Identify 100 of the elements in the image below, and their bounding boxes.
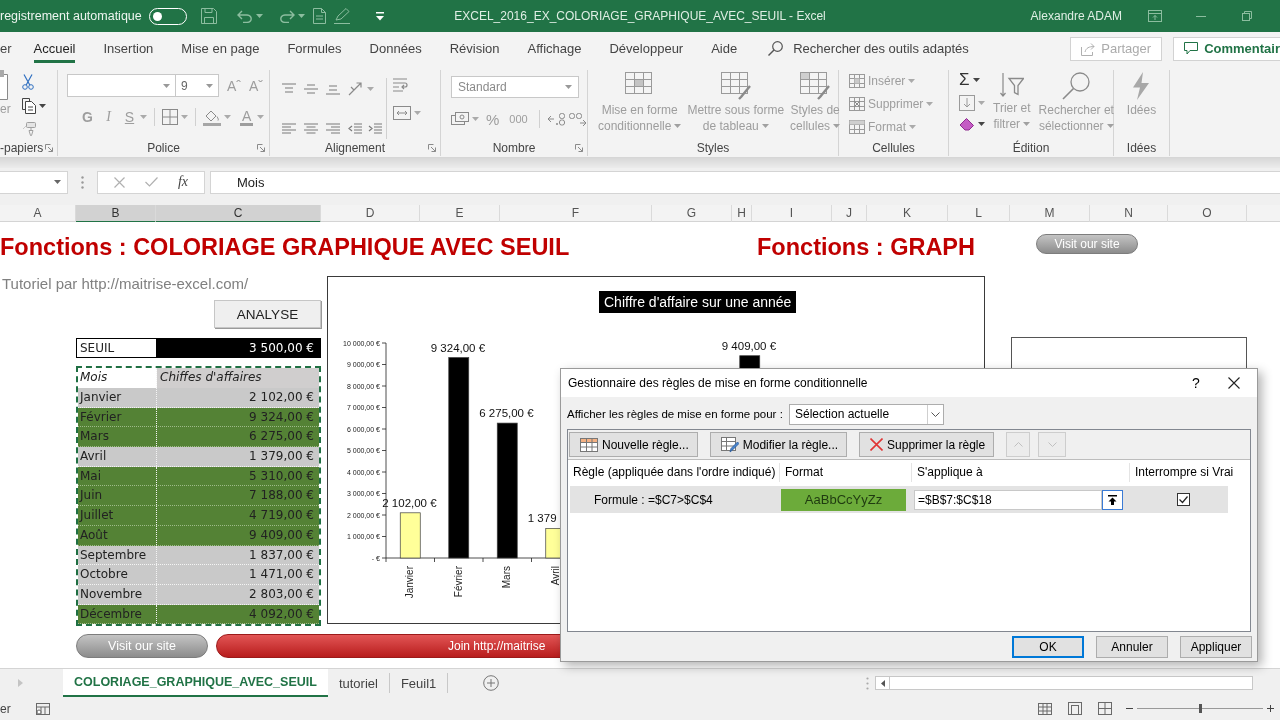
category-label: Janvier bbox=[404, 566, 416, 599]
sheet-tab[interactable]: Feuil1 bbox=[389, 673, 449, 693]
ribbon-tab[interactable]: Données bbox=[355, 32, 436, 65]
rule-row[interactable]: Formule : =$C7>$C$4 AaBbCcYyZz =$B$7:$C$18 bbox=[570, 486, 1228, 513]
caret-icon bbox=[761, 124, 769, 128]
edit-rule-button[interactable]: Modifier la règle... bbox=[709, 432, 848, 457]
caret-icon bbox=[1023, 122, 1031, 126]
page-break-icon[interactable] bbox=[1098, 702, 1112, 715]
chevron-up-icon bbox=[1013, 442, 1023, 447]
scroll-right-icon[interactable] bbox=[18, 679, 23, 687]
table-cell: Février bbox=[78, 407, 157, 427]
sheet-title: Fonctions : COLORIAGE GRAPHIQUE AVEC SEUIL bbox=[0, 233, 571, 261]
ribbon-tab[interactable]: Développeur bbox=[595, 32, 698, 65]
undo-icon[interactable] bbox=[236, 9, 253, 23]
name-box[interactable] bbox=[0, 170, 68, 194]
caret-icon bbox=[414, 111, 421, 115]
scope-dropdown[interactable]: Sélection actuelle bbox=[789, 403, 944, 425]
redo-icon[interactable] bbox=[278, 9, 295, 23]
table-cell-text: 9 324,00 € bbox=[248, 408, 315, 426]
cancel-icon[interactable] bbox=[113, 176, 125, 188]
ribbon-tab[interactable]: Accueil bbox=[19, 32, 90, 65]
column-header[interactable]: B bbox=[76, 205, 156, 223]
zoom-in-icon[interactable] bbox=[1267, 705, 1274, 712]
wrap-text-icon[interactable] bbox=[393, 78, 409, 92]
insert-function-button[interactable]: fx bbox=[177, 174, 188, 190]
comment-button[interactable]: Commentair bbox=[1173, 36, 1280, 61]
delete-rule-button[interactable]: Supprimer la règle bbox=[859, 432, 995, 457]
macro-icon[interactable] bbox=[35, 702, 50, 715]
table-cell: Avril bbox=[78, 447, 157, 466]
ribbon-tab[interactable]: Mise en page bbox=[167, 32, 274, 65]
analyse-button[interactable]: ANALYSE bbox=[214, 300, 321, 328]
enter-icon[interactable] bbox=[144, 177, 158, 187]
chart-title: Chiffre d'affaire sur une année bbox=[599, 291, 797, 313]
save-icon[interactable] bbox=[200, 8, 217, 24]
sheet-tab[interactable]: tutoriel bbox=[327, 673, 390, 693]
restore-icon[interactable] bbox=[1242, 11, 1252, 21]
caret-icon bbox=[297, 14, 305, 18]
dialog-button[interactable]: Appliquer bbox=[1180, 636, 1252, 658]
minimize-icon[interactable] bbox=[1196, 15, 1206, 17]
ribbon-tab[interactable]: Formules bbox=[273, 32, 356, 65]
ribbon-tab[interactable]: Aide bbox=[697, 32, 752, 65]
ribbon-tab[interactable]: Affichage bbox=[513, 32, 596, 65]
customize-icon[interactable] bbox=[375, 11, 384, 21]
add-sheet-icon[interactable] bbox=[483, 675, 500, 691]
formula-input[interactable]: Mois bbox=[210, 170, 1280, 194]
data-label: 9 324,00 € bbox=[430, 341, 486, 354]
table-cell-text: 7 188,00 € bbox=[248, 487, 315, 505]
merge-icon[interactable] bbox=[393, 106, 411, 120]
dialog-button[interactable]: Annuler bbox=[1096, 636, 1168, 658]
caret-icon bbox=[181, 115, 188, 119]
category-label: Mars bbox=[501, 566, 513, 589]
group-label: Cellules bbox=[872, 140, 915, 155]
ribbon-tab[interactable]: Insertion bbox=[89, 32, 168, 65]
data-label: 1 379 bbox=[527, 512, 557, 525]
help-button[interactable]: ? bbox=[1181, 375, 1211, 391]
column-header[interactable]: C bbox=[156, 205, 321, 223]
horizontal-scrollbar[interactable] bbox=[875, 676, 1253, 690]
ribbon-tab[interactable]: Révision bbox=[435, 32, 514, 65]
dialog-button[interactable]: OK bbox=[1012, 636, 1084, 658]
zoom-slider-thumb[interactable] bbox=[1199, 704, 1202, 713]
group-label: Nombre bbox=[492, 140, 536, 155]
autosave-label: registrement automatique bbox=[0, 9, 142, 23]
grip-icon bbox=[81, 175, 84, 189]
caret-icon bbox=[909, 124, 916, 129]
dialog-title: Gestionnaire des règles de mise en forme conditionnelle bbox=[568, 376, 869, 390]
format-cells-icon bbox=[849, 119, 865, 134]
pen-icon[interactable] bbox=[333, 8, 350, 24]
comment-icon bbox=[1184, 42, 1199, 55]
ribbon-tab[interactable]: er bbox=[0, 32, 20, 65]
checkbox[interactable] bbox=[1177, 493, 1190, 506]
table-cell: Juin bbox=[78, 486, 157, 506]
new-rule-button[interactable]: Nouvelle règle... bbox=[569, 432, 698, 457]
lightning-icon bbox=[1132, 72, 1151, 100]
caret-icon bbox=[257, 115, 265, 119]
edit-table-icon bbox=[720, 436, 739, 453]
collapse-dialog-button[interactable] bbox=[1102, 489, 1123, 510]
scroll-left-icon[interactable] bbox=[880, 679, 885, 687]
table-cell: Octobre bbox=[78, 565, 157, 584]
page-layout-icon[interactable] bbox=[1068, 702, 1082, 715]
normal-view-icon[interactable] bbox=[1038, 702, 1052, 715]
delete-cells-icon bbox=[849, 96, 865, 111]
sheet-tab[interactable]: COLORIAGE_GRAPHIQUE_AVEC_SEUIL bbox=[63, 669, 328, 697]
ribbon-display-icon[interactable] bbox=[1148, 10, 1162, 22]
group-label: -papiers bbox=[0, 140, 44, 155]
caret-icon bbox=[1106, 124, 1114, 128]
search-field[interactable]: Rechercher des outils adaptés bbox=[793, 41, 994, 56]
table-cell: Novembre bbox=[78, 584, 157, 604]
caret-icon bbox=[674, 124, 682, 128]
document-icon[interactable] bbox=[312, 8, 326, 24]
table-cell: Septembre bbox=[78, 545, 157, 565]
column-header: Format bbox=[780, 463, 912, 482]
share-icon bbox=[1081, 41, 1096, 56]
status-text: er bbox=[0, 701, 11, 716]
column-heading: Chiffes d'affaires bbox=[157, 368, 319, 388]
table-icon bbox=[580, 437, 598, 452]
sort-filter-icon bbox=[999, 72, 1024, 98]
range-field[interactable]: =$B$7:$C$18 bbox=[914, 489, 1102, 510]
threshold-value: 3 500,00 € bbox=[156, 339, 320, 357]
caret-icon bbox=[163, 83, 170, 88]
data-label: 9 409,00 € bbox=[721, 339, 777, 352]
